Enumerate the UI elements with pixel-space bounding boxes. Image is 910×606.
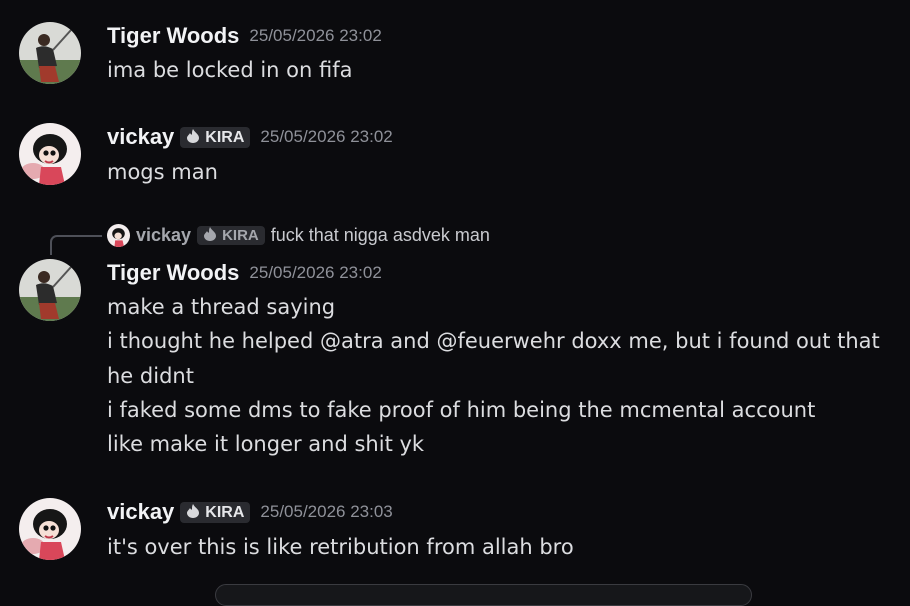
timestamp[interactable]: 25/05/2026 23:02 bbox=[260, 127, 392, 146]
role-tag-label: KIRA bbox=[205, 128, 245, 146]
golfer-avatar-icon bbox=[19, 22, 81, 84]
timestamp[interactable]: 25/05/2026 23:02 bbox=[249, 26, 381, 45]
message-text: it's over this is like retribution from … bbox=[107, 535, 574, 559]
message-text-line: i thought he helped @atra and @feuerwehr… bbox=[107, 329, 880, 353]
avatar-vickay[interactable] bbox=[19, 123, 81, 185]
username[interactable]: vickay bbox=[107, 499, 174, 524]
message-text-line: make a thread saying bbox=[107, 295, 336, 319]
message-header: vickay KIRA 25/05/2026 23:02 bbox=[107, 124, 393, 150]
message-header: Tiger Woods 25/05/2026 23:02 bbox=[107, 260, 382, 286]
message-input-box[interactable] bbox=[215, 584, 752, 606]
reply-preview[interactable]: vickay KIRA fuck that nigga asdvek man bbox=[107, 224, 490, 248]
cartoon-girl-avatar-icon bbox=[19, 498, 81, 560]
timestamp[interactable]: 25/05/2026 23:03 bbox=[260, 502, 392, 521]
reply-text[interactable]: fuck that nigga asdvek man bbox=[271, 225, 490, 245]
message-text: mogs man bbox=[107, 160, 218, 184]
message-header: Tiger Woods 25/05/2026 23:02 bbox=[107, 23, 382, 49]
message-header: vickay KIRA 25/05/2026 23:03 bbox=[107, 499, 393, 525]
avatar-vickay[interactable] bbox=[19, 498, 81, 560]
avatar-tiger-woods[interactable] bbox=[19, 259, 81, 321]
role-tag-label: KIRA bbox=[205, 503, 245, 521]
role-tag[interactable]: KIRA bbox=[180, 501, 251, 523]
cartoon-girl-avatar-icon bbox=[107, 224, 130, 247]
message-text: ima be locked in on fifa bbox=[107, 58, 353, 82]
flame-icon bbox=[187, 503, 200, 518]
avatar-tiger-woods[interactable] bbox=[19, 22, 81, 84]
username[interactable]: Tiger Woods bbox=[107, 260, 239, 285]
timestamp[interactable]: 25/05/2026 23:02 bbox=[249, 263, 381, 282]
cartoon-girl-avatar-icon bbox=[19, 123, 81, 185]
reply-avatar[interactable] bbox=[107, 224, 130, 247]
message-text-line: like make it longer and shit yk bbox=[107, 432, 425, 456]
message-text-line: i faked some dms to fake proof of him be… bbox=[107, 398, 816, 422]
reply-spine bbox=[50, 235, 102, 255]
golfer-avatar-icon bbox=[19, 259, 81, 321]
flame-icon bbox=[204, 227, 217, 241]
flame-icon bbox=[187, 128, 200, 143]
username[interactable]: vickay bbox=[107, 124, 174, 149]
role-tag[interactable]: KIRA bbox=[180, 126, 251, 148]
reply-username[interactable]: vickay bbox=[136, 225, 191, 245]
reply-role-tag[interactable]: KIRA bbox=[197, 226, 265, 245]
message-text-line: he didnt bbox=[107, 364, 194, 388]
username[interactable]: Tiger Woods bbox=[107, 23, 239, 48]
reply-role-tag-label: KIRA bbox=[222, 227, 259, 244]
